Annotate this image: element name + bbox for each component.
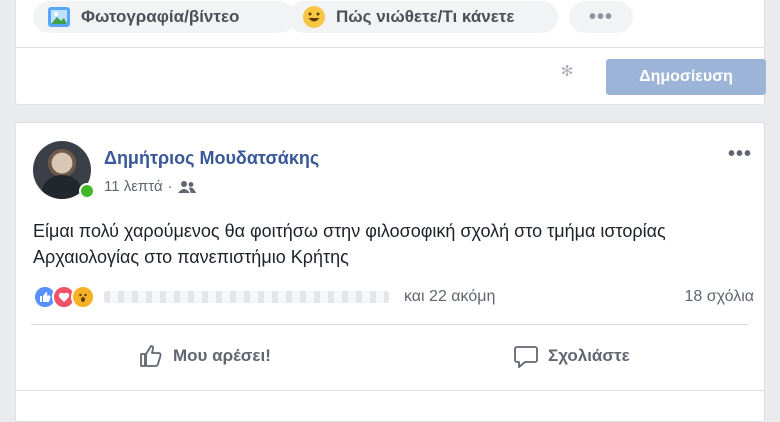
- photo-video-button[interactable]: Φωτογραφία/βίντεο: [33, 1, 295, 33]
- post-author[interactable]: Δημήτριος Μουδατσάκης: [104, 148, 319, 169]
- smiley-icon: [303, 6, 325, 28]
- feeling-activity-button[interactable]: Πώς νιώθετε/Τι κάνετε: [288, 1, 558, 33]
- thumbs-up-icon: [140, 345, 162, 367]
- post-options-button[interactable]: •••: [728, 143, 752, 166]
- meta-separator: ·: [167, 178, 173, 195]
- friends-audience-icon[interactable]: [177, 180, 196, 194]
- post-composer: Φωτογραφία/βίντεο Πώς νιώθετε/Τι κάνετε …: [15, 0, 766, 105]
- publish-button[interactable]: Δημοσίευση: [606, 59, 766, 95]
- reactions-others-count[interactable]: και 22 ακόμη: [404, 288, 495, 306]
- post-text: Είμαι πολύ χαρούμενος θα φοιτήσω στην φι…: [33, 221, 666, 267]
- more-dots-icon: •••: [588, 5, 613, 28]
- comment-button[interactable]: Σχολιάστε: [513, 343, 630, 369]
- feed-post: Δημήτριος Μουδατσάκης 11 λεπτά · ••• Είμ…: [15, 122, 765, 422]
- comment-label: Σχολιάστε: [548, 346, 630, 365]
- like-button[interactable]: Μου αρέσει!: [138, 343, 271, 369]
- post-meta: 11 λεπτά ·: [104, 178, 196, 195]
- comments-count[interactable]: 18 σχόλια: [685, 288, 754, 306]
- post-time[interactable]: 11 λεπτά: [104, 178, 163, 195]
- divider: [16, 47, 764, 48]
- divider: [16, 390, 764, 391]
- more-options-button[interactable]: •••: [569, 1, 633, 33]
- comment-bubble-icon: [514, 346, 538, 368]
- wow-reaction-icon: [71, 285, 95, 309]
- gear-icon[interactable]: ✻: [559, 64, 575, 80]
- divider: [31, 324, 749, 325]
- redacted-reactor-names: [104, 291, 389, 303]
- photo-video-label: Φωτογραφία/βίντεο: [81, 7, 240, 26]
- feeling-label: Πώς νιώθετε/Τι κάνετε: [336, 7, 515, 26]
- like-label: Μου αρέσει!: [173, 346, 271, 365]
- reactions-summary[interactable]: [33, 285, 389, 309]
- online-status-indicator: [79, 183, 95, 199]
- photo-icon: [48, 7, 70, 27]
